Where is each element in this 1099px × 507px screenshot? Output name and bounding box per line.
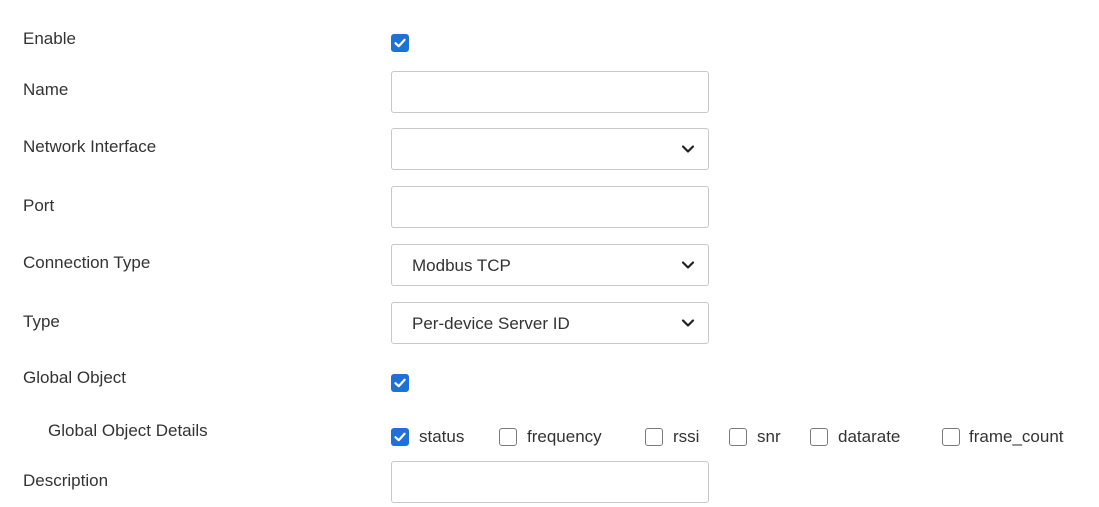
type-label: Type	[23, 312, 60, 331]
chevron-down-icon	[681, 145, 695, 153]
global-object-details-label: Global Object Details	[48, 421, 208, 440]
port-label: Port	[23, 196, 55, 215]
snr-checkbox[interactable]	[729, 428, 747, 446]
port-input[interactable]	[391, 186, 709, 228]
connection-type-select[interactable]: Modbus TCP	[391, 244, 709, 286]
checkmark-icon	[394, 378, 406, 388]
rssi-checkbox[interactable]	[645, 428, 663, 446]
name-input[interactable]	[391, 71, 709, 113]
frequency-option-label[interactable]: frequency	[527, 427, 602, 447]
checkmark-icon	[394, 432, 406, 442]
network-interface-label: Network Interface	[23, 137, 157, 156]
frame-count-checkbox[interactable]	[942, 428, 960, 446]
type-value: Per-device Server ID	[412, 314, 570, 333]
rssi-option-label[interactable]: rssi	[673, 427, 699, 447]
connection-type-value: Modbus TCP	[412, 256, 511, 275]
enable-checkbox[interactable]	[391, 34, 409, 52]
snr-option-label[interactable]: snr	[757, 427, 781, 447]
checkmark-icon	[394, 38, 406, 48]
chevron-down-icon	[681, 319, 695, 327]
datarate-checkbox[interactable]	[810, 428, 828, 446]
datarate-option-label[interactable]: datarate	[838, 427, 900, 447]
chevron-down-icon	[681, 261, 695, 269]
name-label: Name	[23, 80, 69, 99]
status-checkbox[interactable]	[391, 428, 409, 446]
connection-type-label: Connection Type	[23, 253, 151, 272]
global-object-checkbox[interactable]	[391, 374, 409, 392]
type-select[interactable]: Per-device Server ID	[391, 302, 709, 344]
global-object-label: Global Object	[23, 368, 126, 387]
frequency-checkbox[interactable]	[499, 428, 517, 446]
form-page: { "form": { "enable": { "label": "Enable…	[0, 0, 1099, 507]
network-interface-select[interactable]	[391, 128, 709, 170]
frame-count-option-label[interactable]: frame_count	[969, 427, 1064, 447]
status-option-label[interactable]: status	[419, 427, 464, 447]
enable-label: Enable	[23, 29, 76, 48]
description-label: Description	[23, 471, 109, 490]
description-input[interactable]	[391, 461, 709, 503]
